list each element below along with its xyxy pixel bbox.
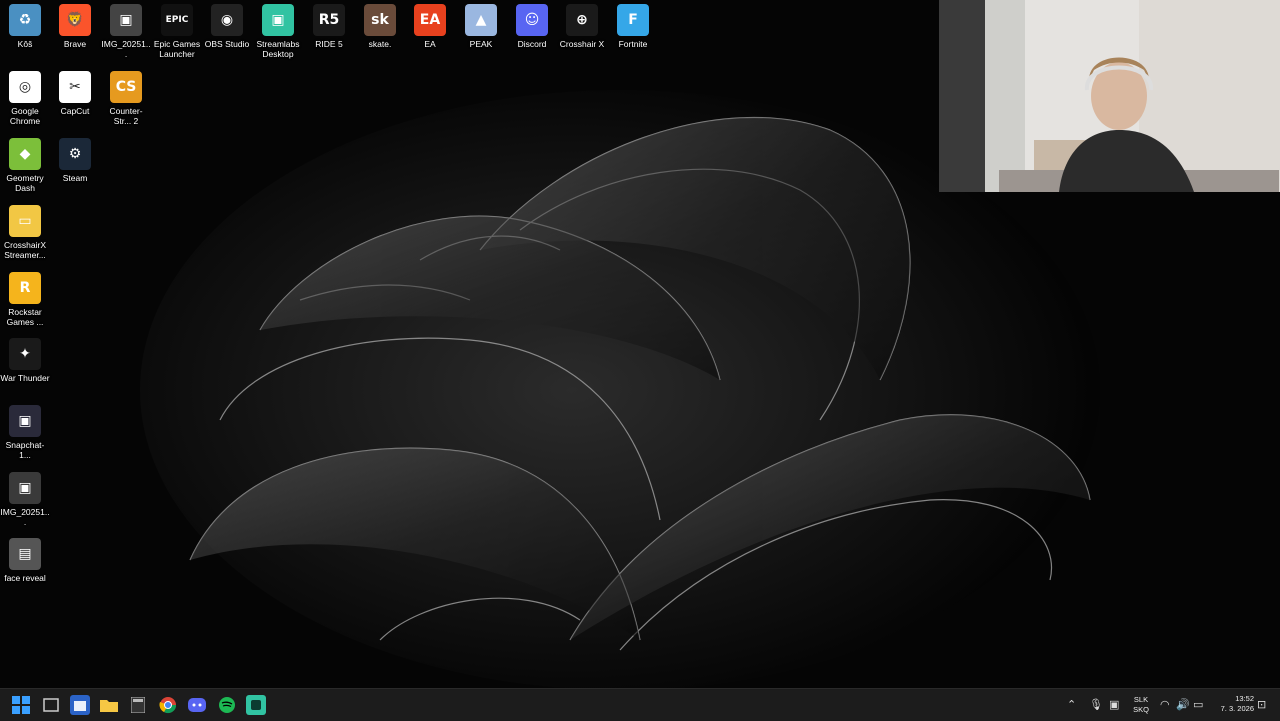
store-icon[interactable] [70,695,90,715]
desktop-icon-label: IMG_20251... [0,507,50,527]
calculator-icon[interactable] [128,695,148,715]
app-icon: ♻ [9,4,41,36]
desktop-icon-label: Brave [63,39,87,49]
task-view-icon[interactable] [41,695,61,715]
desktop-icon[interactable]: ◆ Geometry Dash [0,138,50,193]
desktop-icon-label: Steam [62,173,88,183]
streamlabs-icon[interactable] [246,695,266,715]
clock[interactable]: 13:52 7. 3. 2026 [1212,694,1254,714]
language-indicator[interactable]: SLK SKQ [1129,695,1153,715]
desktop-icon-label: Geometry Dash [6,173,44,193]
desktop-icon-label: Kôš [17,39,33,49]
tray-app-icon[interactable]: ▣ [1109,698,1119,711]
battery-icon[interactable]: ▭ [1193,698,1203,711]
desktop-icon[interactable]: ◎ Google Chrome [0,71,50,126]
app-icon: R [9,272,41,304]
webcam-overlay [939,0,1280,192]
app-icon: 🦁 [59,4,91,36]
app-icon: sk [364,4,396,36]
desktop-icon-label: skate. [368,39,392,49]
desktop-icon[interactable]: R Rockstar Games ... [0,272,50,327]
desktop-icon-label: EA [424,39,436,49]
desktop-icon[interactable]: ▣ IMG_20251... [101,4,151,59]
desktop-icon[interactable]: ✦ War Thunder [0,338,50,383]
desktop-icon[interactable]: ▤ face reveal [0,538,50,583]
app-icon: EA [414,4,446,36]
desktop-icon-label: Google Chrome [9,106,41,126]
desktop-icon-label: Crosshair X [559,39,605,49]
spotify-icon[interactable] [217,695,237,715]
clock-time: 13:52 [1235,694,1254,703]
notifications-icon[interactable]: ⊡ [1257,698,1266,711]
app-icon: ▣ [9,405,41,437]
discord-icon[interactable] [187,695,207,715]
app-icon: ⊕ [566,4,598,36]
desktop-icon-label: Discord [517,39,547,49]
desktop-icon-label: face reveal [4,573,46,583]
app-icon: ▲ [465,4,497,36]
desktop-icon-label: CapCut [60,106,90,116]
desktop-icon-label: RIDE 5 [315,39,343,49]
desktop-icon[interactable]: ▣ IMG_20251... [0,472,50,527]
app-icon: ⚙ [59,138,91,170]
desktop-icon-label: CrosshairX Streamer... [3,240,47,260]
desktop-icon-label: Snapchat-1... [5,440,45,460]
start-icon[interactable] [11,695,31,715]
clock-date: 7. 3. 2026 [1220,704,1254,713]
app-icon: EPIC [161,4,193,36]
microphone-icon[interactable]: 🎙 [1089,698,1103,711]
language-line1: SLK [1133,695,1149,704]
desktop-icon[interactable]: EPIC Epic Games Launcher [152,4,202,59]
desktop-icon[interactable]: ⊕ Crosshair X [557,4,607,49]
desktop-icon[interactable]: ◉ OBS Studio [202,4,252,49]
app-icon: ✂ [59,71,91,103]
desktop-icon[interactable]: ▭ CrosshairX Streamer... [0,205,50,260]
volume-icon[interactable]: 🔊 [1176,698,1190,711]
desktop-icon[interactable]: EA EA [405,4,455,49]
language-line2: SKQ [1133,705,1149,714]
desktop-icon[interactable]: CS Counter-Str... 2 [101,71,151,126]
desktop-icon[interactable]: ▣ Snapchat-1... [0,405,50,460]
app-icon: ◆ [9,138,41,170]
desktop-icon[interactable]: ✂ CapCut [50,71,100,116]
app-icon: ✦ [9,338,41,370]
app-icon: ◉ [211,4,243,36]
app-icon: ◎ [9,71,41,103]
app-icon: ▣ [262,4,294,36]
desktop-icon[interactable]: sk skate. [355,4,405,49]
chrome-icon[interactable] [158,695,178,715]
desktop-icon[interactable]: ▲ PEAK [456,4,506,49]
app-icon: F [617,4,649,36]
desktop-icon-label: Counter-Str... 2 [109,106,143,126]
desktop-icon-label: War Thunder [0,373,50,383]
app-icon: ▭ [9,205,41,237]
file-explorer-icon[interactable] [99,695,119,715]
desktop-icon[interactable]: ♻ Kôš [0,4,50,49]
app-icon: ▣ [110,4,142,36]
desktop-icon-label: Fortnite [618,39,648,49]
desktop-icon[interactable]: ☺ Discord [507,4,557,49]
desktop-icon-label: Epic Games Launcher [153,39,201,59]
app-icon: ☺ [516,4,548,36]
desktop-icon[interactable]: 🦁 Brave [50,4,100,49]
app-icon: ▣ [9,472,41,504]
chevron-up-icon[interactable]: ⌃ [1067,698,1076,711]
taskbar: ⌃ 🎙 ▣ SLK SKQ ◠ 🔊 ▭ 13:52 7. 3. 2026 ⊡ [0,688,1280,721]
desktop-icon-label: PEAK [469,39,493,49]
app-icon: ▤ [9,538,41,570]
wifi-icon[interactable]: ◠ [1160,698,1170,711]
desktop-icon[interactable]: ⚙ Steam [50,138,100,183]
desktop-icon-label: IMG_20251... [101,39,151,59]
desktop-icon-label: Streamlabs Desktop [256,39,300,59]
app-icon: CS [110,71,142,103]
app-icon: R5 [313,4,345,36]
desktop-icon[interactable]: F Fortnite [608,4,658,49]
desktop-icon[interactable]: R5 RIDE 5 [304,4,354,49]
desktop-icon-label: OBS Studio [204,39,250,49]
desktop-icon-label: Rockstar Games ... [6,307,44,327]
desktop-icon[interactable]: ▣ Streamlabs Desktop [253,4,303,59]
